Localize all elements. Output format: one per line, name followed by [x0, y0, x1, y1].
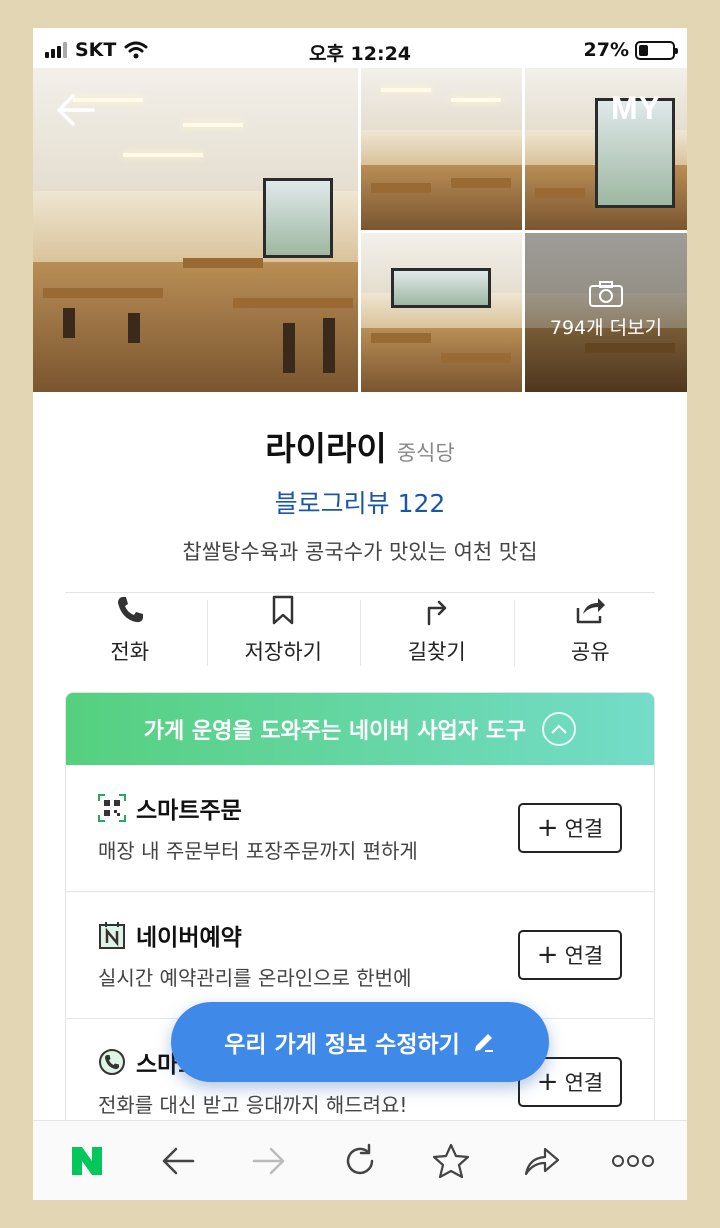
- browser-toolbar: [33, 1120, 687, 1200]
- tool-item-smart-order: 스마트주문 매장 내 주문부터 포장주문까지 편하게 + 연결: [66, 765, 654, 892]
- plus-icon: +: [536, 940, 559, 970]
- naver-home-button[interactable]: [59, 1133, 115, 1189]
- directions-button[interactable]: 길찾기: [360, 594, 514, 670]
- share-button[interactable]: 공유: [513, 594, 668, 670]
- business-tools-panel: 가게 운영을 도와주는 네이버 사업자 도구 스마트주문 매장 내 주문부터 포…: [65, 692, 655, 1192]
- browser-forward-button[interactable]: [241, 1133, 297, 1189]
- share-arrow-icon: [525, 1147, 560, 1175]
- save-button[interactable]: 저장하기: [206, 594, 361, 670]
- action-label: 길찾기: [407, 640, 466, 664]
- connect-label: 연결: [564, 944, 604, 968]
- forward-arrow-icon: [252, 1147, 285, 1174]
- battery-icon: [635, 40, 678, 60]
- connect-smart-order-button[interactable]: + 연결: [518, 803, 622, 853]
- more-icon: [612, 1154, 655, 1167]
- tool-item-naver-booking: 네이버예약 실시간 예약관리를 온라인으로 한번에 + 연결: [66, 892, 654, 1019]
- edit-store-info-label: 우리 가게 정보 수정하기: [224, 1032, 460, 1058]
- photo-gallery: 794개 더보기 MY: [33, 68, 687, 392]
- refresh-icon: [346, 1143, 374, 1174]
- qr-code-icon: [98, 794, 126, 822]
- more-button[interactable]: [605, 1133, 661, 1189]
- chevron-up-icon[interactable]: [542, 712, 577, 746]
- phone-screen: SKT 오후 12:24 27% 794개 더보기 MY 라이라이 중식당 블로…: [33, 28, 687, 1200]
- restaurant-photo[interactable]: [361, 68, 522, 230]
- back-arrow-icon[interactable]: [53, 90, 97, 130]
- browser-back-button[interactable]: [150, 1133, 206, 1189]
- pencil-icon: [474, 1034, 493, 1052]
- business-tools-title: 가게 운영을 도와주는 네이버 사업자 도구: [143, 719, 527, 744]
- battery-percent: 27%: [583, 39, 629, 61]
- status-bar: SKT 오후 12:24 27%: [33, 28, 687, 68]
- restaurant-photo[interactable]: [361, 233, 522, 392]
- directions-icon: [427, 600, 446, 626]
- naver-n-icon: [71, 1146, 102, 1175]
- place-info: 라이라이 중식당 블로그리뷰 122 찹쌀탕수육과 콩국수가 맛있는 여천 맛집: [33, 392, 687, 593]
- tool-title: 네이버예약: [136, 925, 242, 951]
- action-label: 저장하기: [244, 640, 322, 664]
- place-name: 라이라이: [265, 429, 387, 468]
- favorite-button[interactable]: [423, 1133, 479, 1189]
- edit-store-info-button[interactable]: 우리 가게 정보 수정하기: [171, 1002, 549, 1082]
- bookmark-icon: [273, 595, 294, 625]
- place-category: 중식당: [396, 441, 455, 465]
- phone-circle-icon: [98, 1048, 126, 1076]
- my-button[interactable]: MY: [611, 90, 661, 127]
- blog-review-link[interactable]: 블로그리뷰 122: [33, 484, 687, 520]
- plus-icon: +: [536, 813, 559, 843]
- action-label: 공유: [570, 640, 610, 664]
- action-bar: 전화 저장하기 길찾기 공유: [53, 594, 667, 670]
- share-icon: [577, 598, 606, 624]
- connect-naver-booking-button[interactable]: + 연결: [518, 930, 622, 980]
- business-tools-header[interactable]: 가게 운영을 도와주는 네이버 사업자 도구: [66, 693, 654, 765]
- phone-icon: [117, 597, 143, 623]
- tool-title: 스마트주문: [136, 798, 242, 824]
- divider: [65, 592, 655, 593]
- place-description: 찹쌀탕수육과 콩국수가 맛있는 여천 맛집: [182, 540, 538, 564]
- call-button[interactable]: 전화: [53, 594, 207, 670]
- calendar-n-icon: [98, 921, 126, 949]
- browser-share-button[interactable]: [514, 1133, 570, 1189]
- connect-label: 연결: [564, 1071, 604, 1095]
- action-label: 전화: [110, 640, 150, 664]
- camera-icon: [589, 281, 623, 307]
- more-photos-tile[interactable]: 794개 더보기: [525, 233, 687, 392]
- more-photos-label: 794개 더보기: [549, 317, 663, 339]
- refresh-button[interactable]: [332, 1133, 388, 1189]
- star-icon: [433, 1143, 470, 1178]
- connect-label: 연결: [564, 817, 604, 841]
- back-arrow-icon: [162, 1147, 194, 1174]
- plus-icon: +: [536, 1067, 559, 1097]
- restaurant-photo[interactable]: [525, 68, 687, 230]
